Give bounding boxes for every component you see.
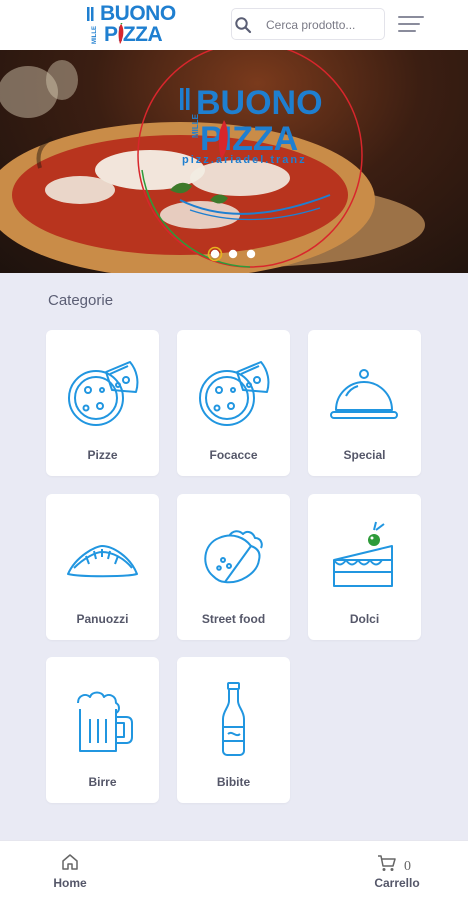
cloche-icon [330, 369, 398, 419]
cart-count: 0 [404, 859, 411, 874]
category-card-street-food[interactable]: Street food [177, 494, 290, 640]
logo-side-text: MILLE [87, 7, 98, 44]
search-icon[interactable] [234, 16, 252, 34]
cart-icon [378, 855, 396, 871]
category-card-dolci[interactable]: Dolci [308, 494, 421, 640]
category-card-pizze[interactable]: Pizze [46, 330, 159, 476]
category-card-focacce[interactable]: Focacce [177, 330, 290, 476]
calzone-icon [67, 545, 138, 578]
logo-word-buono: BUONO [100, 2, 176, 25]
svg-text:MILLE: MILLE [92, 26, 98, 44]
bottle-icon [222, 682, 245, 756]
categories-title: Categorie [48, 292, 114, 309]
app-header: MILLE BUONO PIZZA [0, 0, 468, 50]
category-card-panuozzi[interactable]: Panuozzi [46, 494, 159, 640]
category-label: Special [343, 448, 386, 462]
nav-home-label: Home [53, 876, 87, 890]
hamburger-menu-icon[interactable] [398, 14, 424, 34]
category-card-special[interactable]: Special [308, 330, 421, 476]
pizza-icon [68, 361, 139, 426]
home-icon [62, 854, 78, 870]
carousel-dot[interactable] [207, 246, 223, 262]
brand-logo[interactable]: MILLE BUONO PIZZA [86, 3, 176, 47]
category-label: Bibite [216, 775, 251, 789]
pizza-icon [199, 361, 270, 426]
nav-cart[interactable]: 0 Carrello [357, 851, 437, 895]
hero-carousel[interactable]: BUONO PIZZA MILLE pizz.ariadel.tranz [0, 50, 468, 273]
nav-home[interactable]: Home [30, 851, 110, 895]
taco-icon [204, 530, 263, 584]
category-card-birre[interactable]: Birre [46, 657, 159, 803]
logo-word-pizza: PIZZA [104, 23, 163, 46]
category-label: Birre [88, 775, 117, 789]
search-input[interactable] [266, 15, 382, 35]
nav-cart-label: Carrello [374, 876, 420, 890]
category-card-bibite[interactable]: Bibite [177, 657, 290, 803]
category-label: Pizze [87, 448, 118, 462]
category-label: Focacce [209, 448, 258, 462]
chili-pepper-icon [118, 23, 124, 44]
search-box[interactable] [231, 8, 385, 40]
category-label: Street food [201, 612, 266, 626]
category-label: Dolci [349, 612, 380, 626]
cake-icon [333, 521, 393, 587]
carousel-dot[interactable] [228, 249, 238, 259]
beer-icon [77, 691, 133, 752]
carousel-indicators [207, 246, 256, 262]
bottom-navigation: Home 0 Carrello [0, 840, 468, 900]
category-label: Panuozzi [76, 612, 129, 626]
carousel-dot[interactable] [246, 249, 256, 259]
